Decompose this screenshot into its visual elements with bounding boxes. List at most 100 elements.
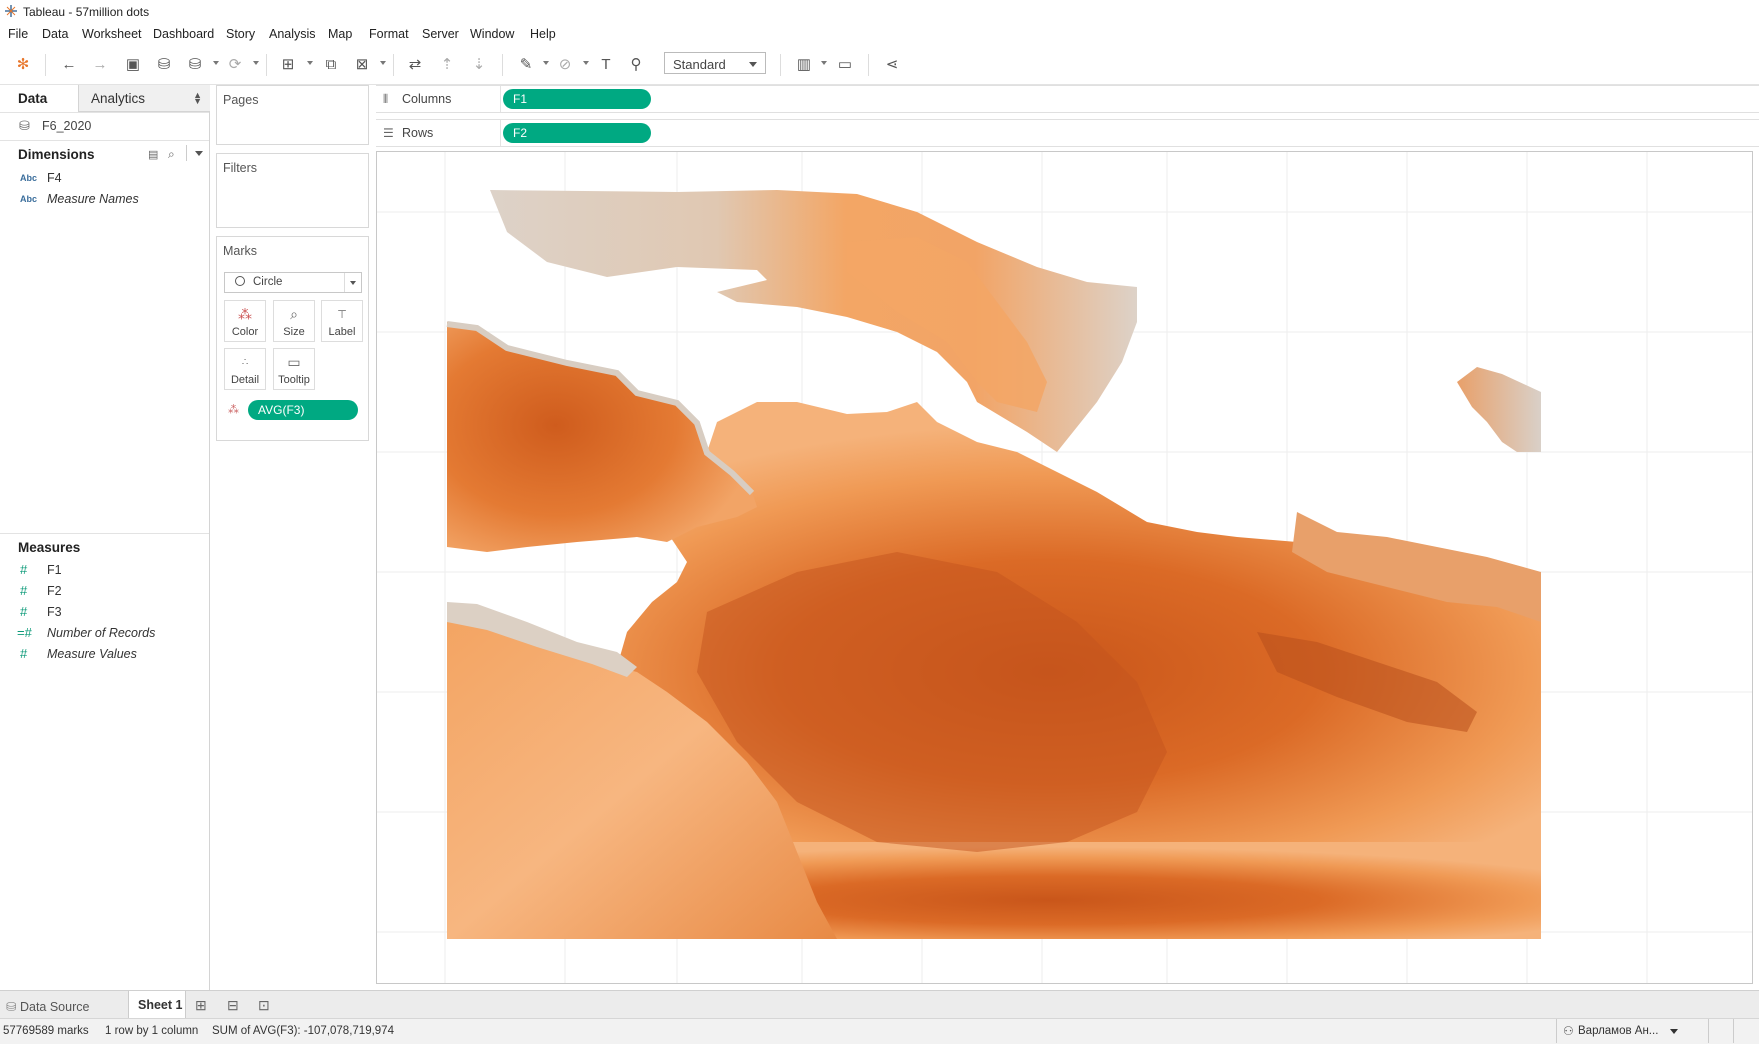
- rows-icon: ☰: [383, 126, 394, 140]
- menu-worksheet[interactable]: Worksheet: [82, 27, 142, 41]
- new-datasource-icon[interactable]: ⛁: [154, 54, 174, 74]
- menu-format[interactable]: Format: [369, 27, 409, 41]
- rows-label: Rows: [402, 126, 434, 140]
- tab-data-label: Data: [18, 91, 48, 106]
- sheet-tab[interactable]: Sheet 1: [128, 991, 186, 1018]
- density-map-plot[interactable]: [377, 152, 1752, 983]
- menu-analysis[interactable]: Analysis: [269, 27, 316, 41]
- size-button[interactable]: ⌕ Size: [273, 300, 315, 342]
- color-button[interactable]: ⁂ Color: [224, 300, 266, 342]
- highlight-dropdown-icon[interactable]: [543, 61, 549, 65]
- sort-descending-icon[interactable]: ⇣: [469, 54, 489, 74]
- undo-icon[interactable]: ←: [59, 54, 79, 74]
- group-dropdown-icon[interactable]: [583, 61, 589, 65]
- menu-dashboard[interactable]: Dashboard: [153, 27, 214, 41]
- size-button-label: Size: [283, 326, 305, 338]
- detail-icon: ∴: [241, 357, 249, 368]
- columns-shelf[interactable]: ⫴ Columns F1: [376, 85, 1759, 113]
- size-icon: ⌕: [290, 306, 298, 322]
- menu-file[interactable]: File: [8, 27, 28, 41]
- rows-shelf[interactable]: ☰ Rows F2: [376, 119, 1759, 147]
- view-as-list-icon[interactable]: ▤: [148, 148, 158, 161]
- presentation-mode-icon[interactable]: ▭: [835, 54, 855, 74]
- redo-icon[interactable]: →: [90, 54, 110, 74]
- status-dimensions: 1 row by 1 column: [105, 1025, 199, 1037]
- refresh-dropdown-icon[interactable]: [253, 61, 259, 65]
- dimension-field[interactable]: Abc F4: [0, 170, 200, 188]
- title-bar: Tableau - 57million dots: [0, 0, 1759, 22]
- field-name: F2: [47, 584, 62, 598]
- measure-field[interactable]: =# Number of Records: [0, 625, 200, 643]
- show-mark-labels-icon[interactable]: T: [596, 54, 616, 74]
- filters-card-title: Filters: [223, 161, 258, 175]
- user-icon: ⚇: [1563, 1024, 1574, 1038]
- new-worksheet-icon[interactable]: ⊞: [278, 54, 298, 74]
- measure-field[interactable]: # Measure Values: [0, 646, 200, 664]
- toolbar-separator: [868, 54, 869, 76]
- f2-pill[interactable]: F2: [503, 123, 651, 143]
- field-name: F3: [47, 605, 62, 619]
- field-name: Measure Values: [47, 647, 137, 661]
- worksheet-view[interactable]: [376, 151, 1753, 984]
- highlight-icon[interactable]: ✎: [516, 54, 536, 74]
- new-worksheet-dropdown-icon[interactable]: [307, 61, 313, 65]
- pages-card[interactable]: Pages: [216, 85, 369, 145]
- new-dashboard-tab-icon[interactable]: ⊟: [227, 997, 239, 1014]
- clear-dropdown-icon[interactable]: [380, 61, 386, 65]
- chevron-down-icon: [749, 62, 757, 67]
- new-story-tab-icon[interactable]: ⊡: [258, 997, 270, 1014]
- tableau-start-icon[interactable]: ✻: [13, 54, 33, 74]
- filters-card[interactable]: Filters: [216, 153, 369, 228]
- map-region-east: [1457, 367, 1541, 452]
- menu-map[interactable]: Map: [328, 27, 352, 41]
- datasource-item[interactable]: ⛁ F6_2020: [0, 115, 209, 137]
- menu-help[interactable]: Help: [530, 27, 556, 41]
- clear-sheet-icon[interactable]: ⊠: [352, 54, 372, 74]
- menu-story[interactable]: Story: [226, 27, 255, 41]
- tab-data[interactable]: Data: [0, 85, 78, 112]
- show-cards-icon[interactable]: ▥: [794, 54, 814, 74]
- refresh-icon[interactable]: ⟳: [225, 54, 245, 74]
- save-icon[interactable]: ▣: [123, 54, 143, 74]
- sort-ascending-icon[interactable]: ⇡: [437, 54, 457, 74]
- divider: [1708, 1019, 1709, 1043]
- new-worksheet-tab-icon[interactable]: ⊞: [195, 997, 207, 1014]
- status-marks: 57769589 marks: [3, 1025, 89, 1037]
- field-name: Measure Names: [47, 192, 139, 206]
- dimension-field[interactable]: Abc Measure Names: [0, 191, 200, 209]
- calculated-number-icon: =#: [17, 625, 32, 640]
- fit-select[interactable]: Standard: [664, 52, 766, 74]
- group-members-icon[interactable]: ⊘: [555, 54, 575, 74]
- measure-field[interactable]: # F2: [0, 583, 200, 601]
- fix-axes-icon[interactable]: ⚲: [626, 54, 646, 74]
- dimensions-menu-icon[interactable]: [195, 151, 203, 156]
- pause-updates-icon[interactable]: ⛁: [185, 54, 205, 74]
- tooltip-button[interactable]: ▭ Tooltip: [273, 348, 315, 390]
- share-icon[interactable]: ⋖: [882, 54, 902, 74]
- label-button[interactable]: ⊤ Label: [321, 300, 363, 342]
- data-pane: Data Analytics ▲ ▼ ⛁ F6_2020 Dimensions ▤…: [0, 85, 210, 990]
- window-title: Tableau - 57million dots: [23, 5, 150, 19]
- measures-title: Measures: [18, 540, 81, 555]
- menu-window[interactable]: Window: [470, 27, 514, 41]
- show-cards-dropdown-icon[interactable]: [821, 61, 827, 65]
- menu-data[interactable]: Data: [42, 27, 68, 41]
- measure-field[interactable]: # F3: [0, 604, 200, 622]
- menu-server[interactable]: Server: [422, 27, 459, 41]
- pause-dropdown-icon[interactable]: [213, 61, 219, 65]
- number-type-icon: #: [20, 604, 28, 619]
- detail-button[interactable]: ∴ Detail: [224, 348, 266, 390]
- dimensions-title: Dimensions: [18, 147, 95, 162]
- mark-type-select[interactable]: Circle: [224, 272, 362, 293]
- search-icon[interactable]: ⌕: [168, 147, 175, 162]
- user-menu[interactable]: ⚇ Варламов Ан...: [1556, 1019, 1689, 1043]
- tab-analytics[interactable]: Analytics ▲ ▼: [78, 85, 210, 112]
- duplicate-sheet-icon[interactable]: ⧉: [321, 54, 341, 74]
- data-source-tab[interactable]: ⛁ Data Source: [6, 999, 89, 1014]
- swap-rows-columns-icon[interactable]: ⇄: [405, 54, 425, 74]
- avg-f3-pill[interactable]: AVG(F3): [248, 400, 358, 420]
- measure-field[interactable]: # F1: [0, 562, 200, 580]
- divider: [0, 533, 209, 534]
- data-source-icon: ⛁: [6, 1000, 17, 1014]
- f1-pill[interactable]: F1: [503, 89, 651, 109]
